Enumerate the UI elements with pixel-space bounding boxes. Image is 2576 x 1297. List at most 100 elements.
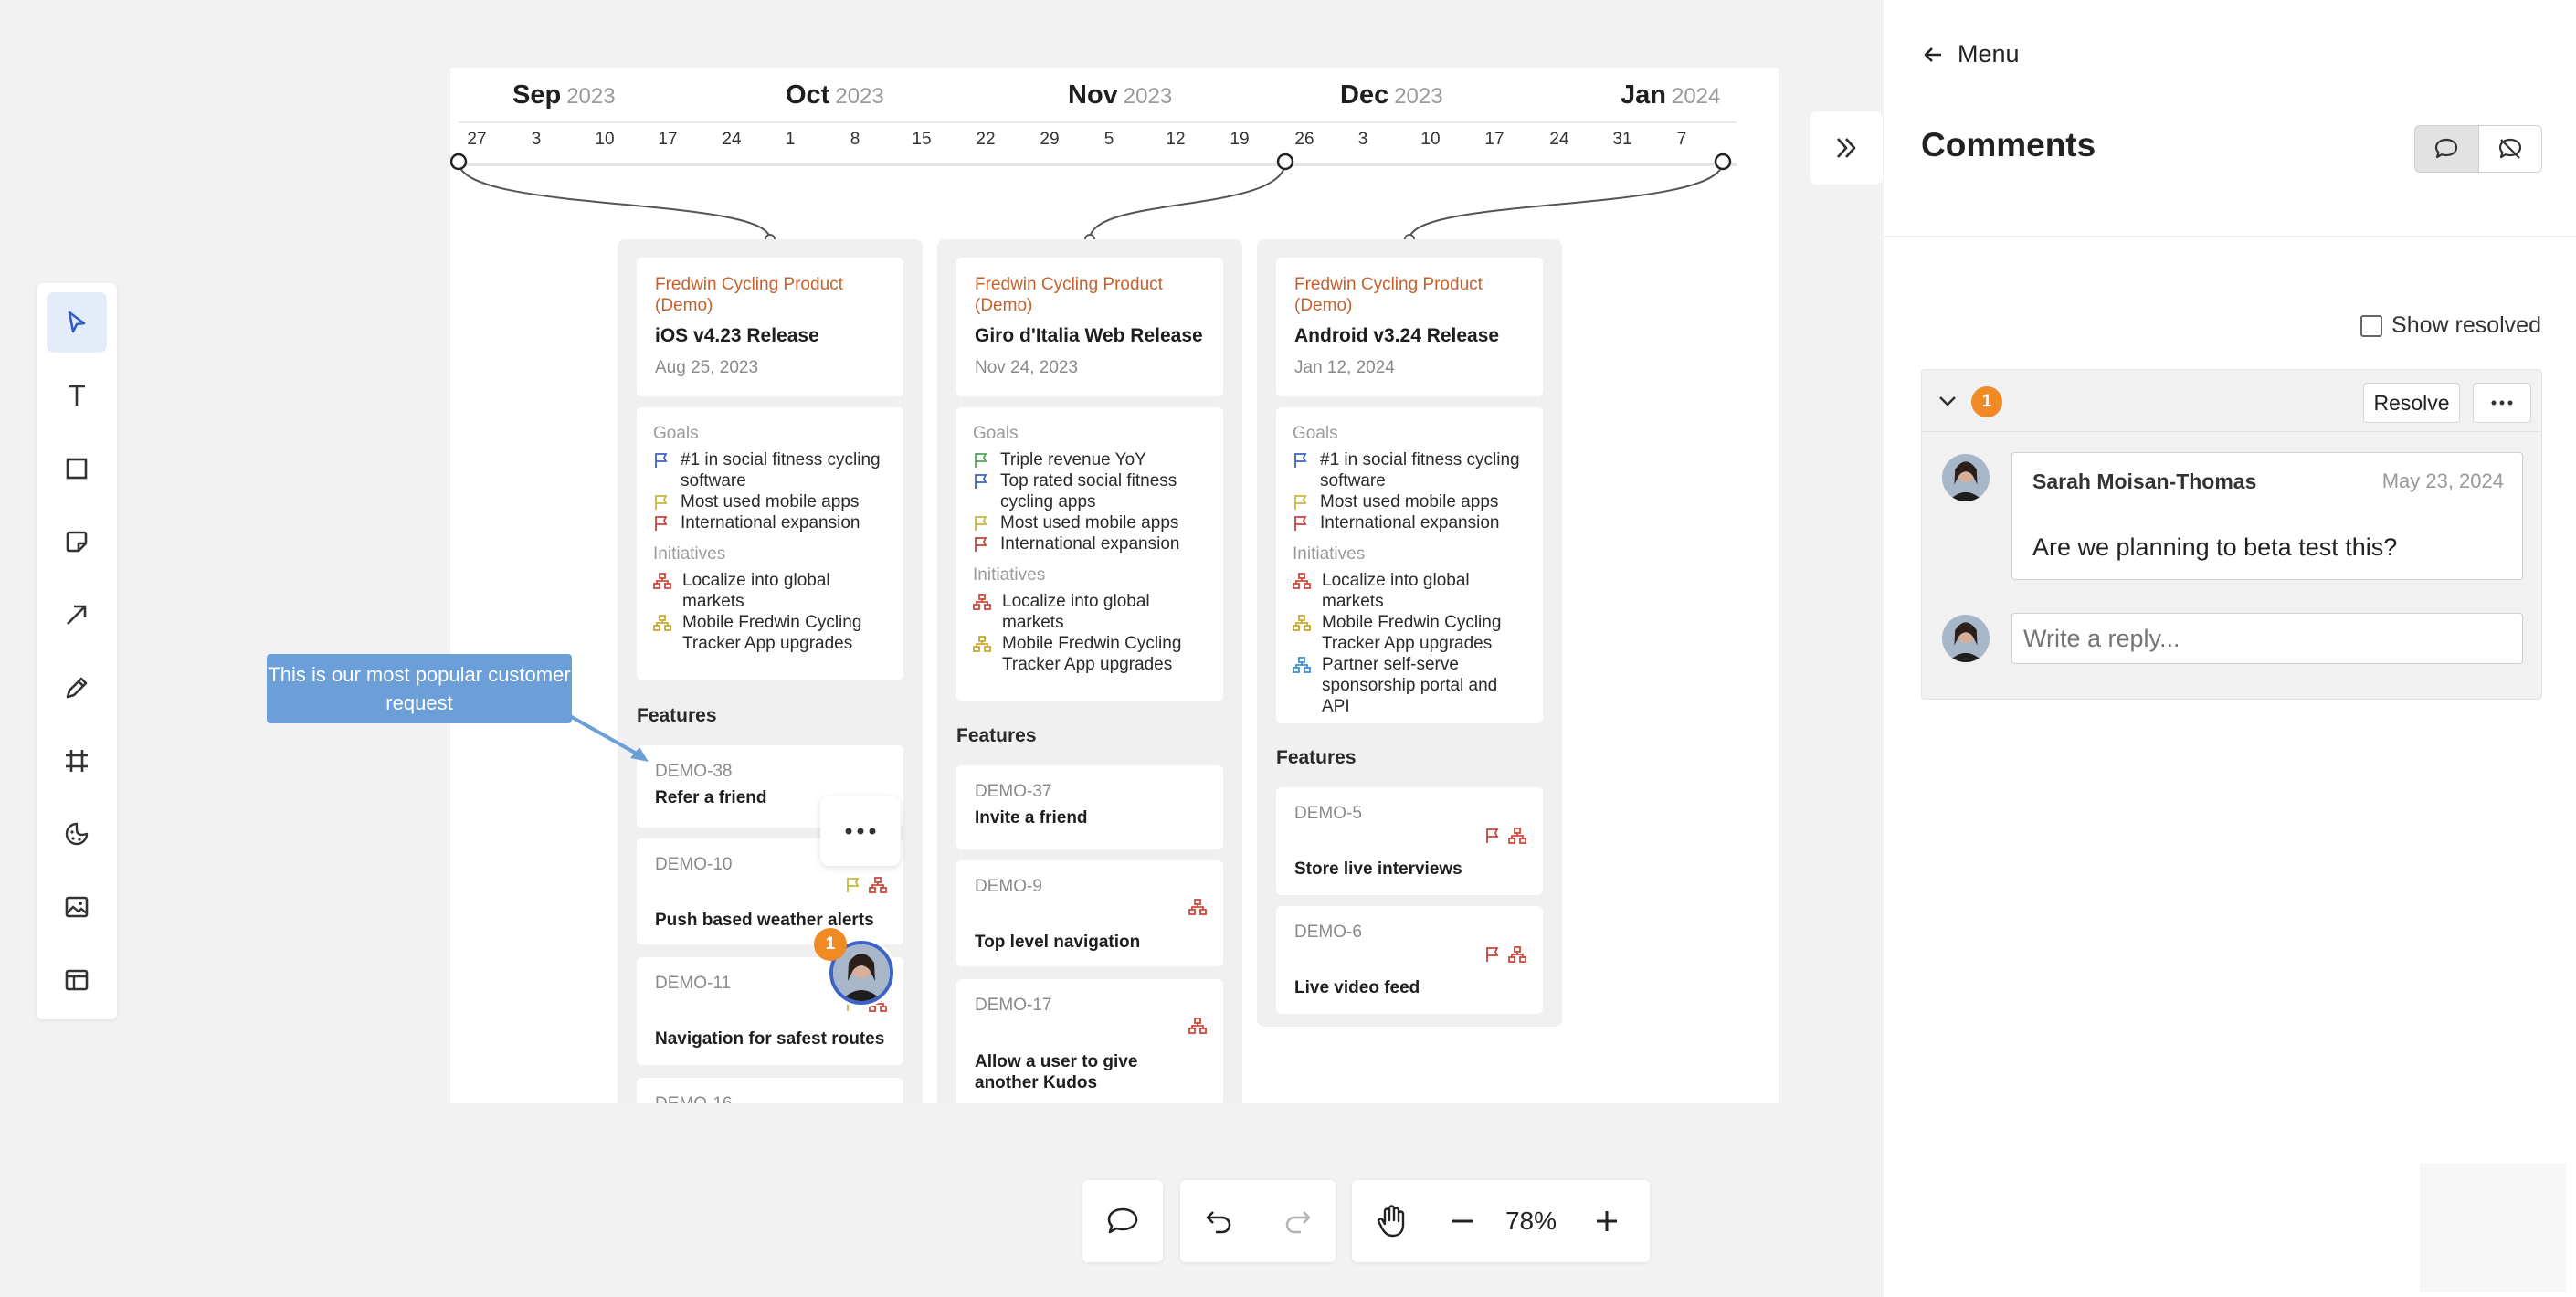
thread-more-button[interactable] xyxy=(2473,383,2531,423)
show-resolved-checkbox[interactable] xyxy=(2360,314,2383,337)
roadmap-board[interactable]: Sep 2023 Oct 2023 Nov 2023 Dec 2023 Jan 2024 … xyxy=(450,68,1779,1103)
flag-icon xyxy=(975,474,987,489)
tool-palette xyxy=(37,283,117,1019)
flag-icon xyxy=(1294,516,1307,531)
feature-title: Allow a user to give another Kudos xyxy=(975,1052,1138,1092)
menu-back-link[interactable]: Menu xyxy=(1921,40,2020,69)
comment-mode-bar xyxy=(1082,1180,1163,1262)
zoom-level[interactable]: 78% xyxy=(1494,1207,1568,1236)
feature-title: Invite a friend xyxy=(975,808,1088,828)
release-title: Giro d'Italia Web Release xyxy=(975,325,1203,346)
feature-icons xyxy=(1188,899,1207,915)
release-card[interactable]: Fredwin Cycling Product (Demo) Android v… xyxy=(1276,258,1543,396)
feature-id: DEMO-5 xyxy=(1294,804,1362,823)
flag-icon xyxy=(1294,495,1307,510)
chevron-down-icon[interactable] xyxy=(1937,390,1958,412)
template-tool-button[interactable] xyxy=(47,950,107,1010)
goals-initiatives-card[interactable]: Goals Triple revenue YoY Top rated socia… xyxy=(956,407,1223,701)
week-tick: 24 xyxy=(722,130,742,149)
feature-card[interactable]: DEMO-17 Allow a user to give another Kud… xyxy=(956,979,1223,1103)
sticker-tool-button[interactable] xyxy=(47,804,107,864)
flag-icon xyxy=(1486,828,1499,843)
goal-item: #1 in social fitness cycling software xyxy=(1293,449,1526,491)
comments-panel: Menu Comments Show resolved 1 Resolve Sa… xyxy=(1884,0,2576,1297)
month-label: Sep 2023 xyxy=(512,80,616,110)
week-tick: 10 xyxy=(1420,130,1441,149)
redo-button[interactable] xyxy=(1258,1180,1336,1262)
redo-icon xyxy=(1285,1211,1310,1234)
image-tool-button[interactable] xyxy=(47,877,107,937)
hierarchy-icon xyxy=(1508,946,1526,963)
panel-title: Comments xyxy=(1921,126,2096,163)
comment-off-icon xyxy=(2498,138,2521,159)
text-icon xyxy=(69,385,85,406)
pan-tool-button[interactable] xyxy=(1352,1180,1431,1262)
minus-icon xyxy=(1452,1219,1473,1223)
pen-tool-button[interactable] xyxy=(47,658,107,718)
goal-item: International expansion xyxy=(973,533,1207,554)
zoom-in-button[interactable] xyxy=(1568,1180,1646,1262)
goals-initiatives-card[interactable]: Goals #1 in social fitness cycling softw… xyxy=(637,407,903,680)
goal-item: Most used mobile apps xyxy=(1293,491,1526,512)
more-dots-icon xyxy=(2491,400,2513,406)
hierarchy-icon xyxy=(1293,657,1311,673)
goals-initiatives-card[interactable]: Goals #1 in social fitness cycling softw… xyxy=(1276,407,1543,723)
week-tick: 8 xyxy=(850,130,860,149)
select-tool-button[interactable] xyxy=(47,292,107,353)
hierarchy-icon xyxy=(1508,828,1526,844)
arrow-icon xyxy=(67,605,87,625)
hide-comments-toggle[interactable] xyxy=(2479,126,2542,172)
goal-item: Most used mobile apps xyxy=(653,491,887,512)
initiative-item: Mobile Fredwin Cycling Tracker App upgra… xyxy=(973,633,1207,675)
collapse-panel-button[interactable] xyxy=(1810,111,1883,185)
product-name: Fredwin Cycling Product (Demo) xyxy=(655,275,843,315)
user-avatar-icon xyxy=(1942,615,1990,662)
shape-tool-button[interactable] xyxy=(47,438,107,499)
comment-author: Sarah Moisan-Thomas xyxy=(2032,469,2257,493)
feature-icons xyxy=(1484,828,1526,844)
flag-icon xyxy=(1294,453,1307,468)
show-comments-toggle[interactable] xyxy=(2415,126,2479,172)
feature-card[interactable]: DEMO-16 xyxy=(637,1078,903,1103)
product-name: Fredwin Cycling Product (Demo) xyxy=(1294,275,1483,315)
feature-card[interactable]: DEMO-6 Live video feed xyxy=(1276,906,1543,1014)
goal-item: International expansion xyxy=(653,512,887,533)
feature-title: Navigation for safest routes xyxy=(655,1029,885,1049)
week-tick: 15 xyxy=(912,130,932,149)
release-card[interactable]: Fredwin Cycling Product (Demo) iOS v4.23… xyxy=(637,258,903,396)
zoom-out-button[interactable] xyxy=(1431,1180,1494,1262)
feature-card[interactable]: DEMO-37 Invite a friend xyxy=(956,765,1223,849)
feature-card[interactable]: DEMO-9 Top level navigation xyxy=(956,860,1223,966)
week-tick: 1 xyxy=(785,130,796,149)
release-column: Fredwin Cycling Product (Demo) Android v… xyxy=(1257,239,1562,1027)
comment-bubble[interactable]: Sarah Moisan-Thomas May 23, 2024 Are we … xyxy=(2011,452,2523,580)
initiative-item: Localize into global markets xyxy=(1293,570,1526,612)
feature-icons xyxy=(1188,1018,1207,1034)
card-more-options-button[interactable] xyxy=(820,796,901,866)
month-label: Jan 2024 xyxy=(1621,80,1721,110)
pen-icon xyxy=(66,677,88,699)
sticky-note-tool-button[interactable] xyxy=(47,511,107,572)
frame-tool-button[interactable] xyxy=(47,731,107,791)
add-comment-button[interactable] xyxy=(1082,1180,1163,1262)
hierarchy-icon xyxy=(653,615,671,631)
undo-button[interactable] xyxy=(1180,1180,1258,1262)
reply-input[interactable] xyxy=(2011,613,2523,664)
week-tick: 5 xyxy=(1103,130,1114,149)
release-card[interactable]: Fredwin Cycling Product (Demo) Giro d'It… xyxy=(956,258,1223,396)
flag-icon xyxy=(975,516,987,531)
feature-card[interactable]: DEMO-5 Store live interviews xyxy=(1276,787,1543,895)
callout-note[interactable]: This is our most popular customer reques… xyxy=(267,654,572,723)
text-tool-button[interactable] xyxy=(47,365,107,426)
hierarchy-icon xyxy=(869,877,887,893)
initiatives-label: Initiatives xyxy=(973,565,1046,585)
week-tick: 7 xyxy=(1676,130,1687,149)
goal-item: Top rated social fitness cycling apps xyxy=(973,470,1207,512)
goal-item: #1 in social fitness cycling software xyxy=(653,449,887,491)
flag-icon xyxy=(847,878,860,892)
feature-id: DEMO-16 xyxy=(655,1094,885,1103)
show-resolved-option[interactable]: Show resolved xyxy=(2360,312,2541,339)
resolve-button[interactable]: Resolve xyxy=(2363,383,2460,423)
arrow-tool-button[interactable] xyxy=(47,585,107,645)
callout-arrow[interactable] xyxy=(566,712,658,767)
